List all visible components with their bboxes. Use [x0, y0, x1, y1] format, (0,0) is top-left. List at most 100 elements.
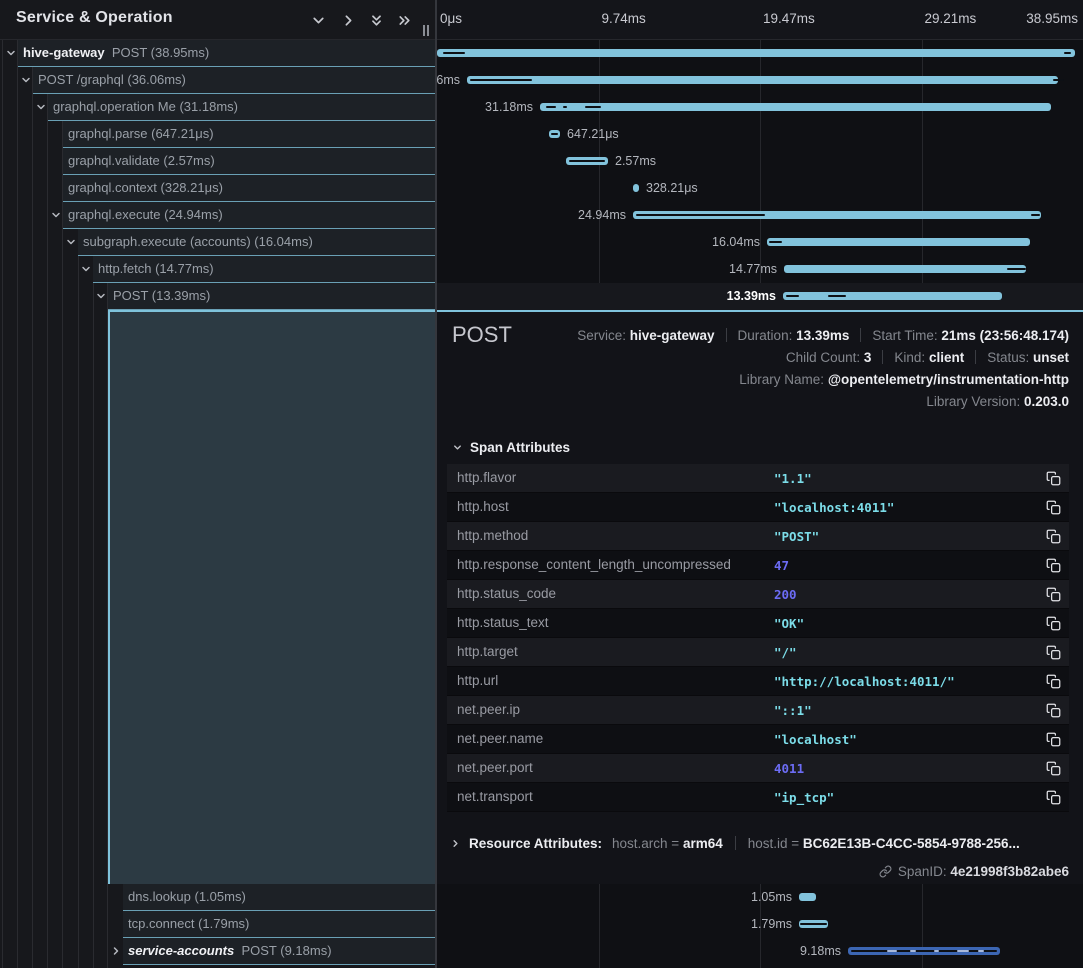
span-bar[interactable] [467, 76, 1058, 84]
span-row[interactable]: hive-gateway POST (38.95ms) [0, 40, 435, 67]
resource-attributes-toggle[interactable]: Resource Attributes:host.arch = arm64hos… [450, 836, 1020, 851]
timeline-row: 1.79ms [437, 911, 1083, 938]
copy-icon[interactable] [1046, 529, 1061, 544]
child-span-marker [563, 106, 567, 108]
span-attributes-table: http.flavor"1.1"http.host"localhost:4011… [447, 464, 1069, 812]
span-row[interactable]: graphql.validate (2.57ms) [0, 148, 435, 175]
divider [975, 350, 976, 364]
attribute-row: http.status_text"OK" [447, 609, 1069, 638]
span-tree-pane: Service & Operation hive-gateway POST (3… [0, 0, 435, 968]
timeline-pane: 0μs9.74ms19.47ms29.21ms38.95ms 38.95ms36… [437, 0, 1083, 968]
attribute-row: http.method"POST" [447, 522, 1069, 551]
copy-icon[interactable] [1046, 761, 1061, 776]
copy-icon[interactable] [1046, 471, 1061, 486]
pane-title: Service & Operation [16, 9, 173, 27]
child-span-marker [1007, 268, 1026, 270]
operation-name: POST (9.18ms) [241, 943, 331, 958]
collapse-all-icon[interactable] [368, 12, 385, 29]
pane-divider[interactable] [435, 0, 437, 968]
span-bar[interactable] [767, 238, 1030, 246]
span-bar[interactable] [799, 893, 816, 901]
collapse-one-icon[interactable] [310, 12, 327, 29]
copy-icon[interactable] [1046, 558, 1061, 573]
span-row[interactable]: graphql.operation Me (31.18ms) [0, 94, 435, 121]
child-span-marker [1064, 52, 1071, 54]
chevron-down-icon[interactable] [20, 74, 32, 86]
span-attributes-title: Span Attributes [470, 440, 570, 455]
child-span-marker [470, 79, 532, 81]
trace-viewer: Service & Operation hive-gateway POST (3… [0, 0, 1083, 968]
span-bar[interactable] [540, 103, 1051, 111]
child-span-marker [569, 160, 605, 162]
child-span-marker [636, 214, 765, 216]
copy-icon[interactable] [1046, 674, 1061, 689]
span-row[interactable]: subgraph.execute (accounts) (16.04ms) [0, 229, 435, 256]
link-icon[interactable] [879, 865, 892, 878]
copy-icon[interactable] [1046, 732, 1061, 747]
attribute-value: "POST" [774, 529, 819, 544]
child-span-marker [551, 133, 558, 135]
attribute-row: net.peer.ip"::1" [447, 696, 1069, 725]
span-row[interactable]: graphql.context (328.21μs) [0, 175, 435, 202]
span-row[interactable]: tcp.connect (1.79ms) [0, 911, 435, 938]
span-row-label: POST /graphql (36.06ms) [38, 72, 186, 87]
operation-name: POST (13.39ms) [113, 288, 210, 303]
service-name: service-accounts [128, 943, 234, 958]
attribute-row: http.response_content_length_uncompresse… [447, 551, 1069, 580]
chevron-down-icon[interactable] [80, 263, 92, 275]
expand-one-icon[interactable] [340, 12, 357, 29]
divider [735, 836, 736, 850]
span-row[interactable]: http.fetch (14.77ms) [0, 256, 435, 283]
span-row-label: POST (13.39ms) [113, 288, 210, 303]
span-row[interactable]: POST (13.39ms) [0, 283, 435, 310]
span-attributes-toggle[interactable]: Span Attributes [452, 440, 570, 455]
duration-label: 36.06ms [437, 73, 460, 87]
span-bar[interactable] [633, 184, 639, 192]
chevron-down-icon [452, 442, 463, 453]
child-span-marker [443, 52, 465, 54]
span-row[interactable]: graphql.execute (24.94ms) [0, 202, 435, 229]
chevron-down-icon[interactable] [35, 101, 47, 113]
copy-icon[interactable] [1046, 790, 1061, 805]
attribute-row: http.url"http://localhost:4011/" [447, 667, 1069, 696]
ruler-tick-label: 38.95ms [1026, 11, 1078, 26]
pane-resize-grip[interactable] [422, 25, 432, 37]
span-row[interactable]: dns.lookup (1.05ms) [0, 884, 435, 911]
chevron-down-icon[interactable] [5, 47, 17, 59]
attribute-row: http.status_code200 [447, 580, 1069, 609]
copy-icon[interactable] [1046, 500, 1061, 515]
span-bar[interactable] [437, 49, 1075, 57]
duration-label: 24.94ms [578, 208, 626, 222]
timeline-row: 16.04ms [437, 229, 1083, 256]
span-id-row: SpanID: 4e21998f3b82abe6 [879, 864, 1069, 879]
divider [882, 350, 883, 364]
chevron-down-icon[interactable] [50, 209, 62, 221]
chevron-down-icon[interactable] [95, 290, 107, 302]
copy-icon[interactable] [1046, 645, 1061, 660]
divider [726, 328, 727, 342]
child-span-marker-light [887, 950, 897, 952]
span-bar[interactable] [783, 292, 1002, 300]
span-row[interactable]: graphql.parse (647.21μs) [0, 121, 435, 148]
copy-icon[interactable] [1046, 703, 1061, 718]
span-detail-meta: Service: hive-gatewayDuration: 13.39msSt… [577, 325, 1069, 413]
span-row-label: graphql.validate (2.57ms) [68, 153, 215, 168]
attribute-key: http.target [457, 644, 518, 659]
attribute-key: http.host [457, 499, 509, 514]
operation-name: graphql.operation Me (31.18ms) [53, 99, 238, 114]
service-name: hive-gateway [23, 45, 105, 60]
operation-name: graphql.validate (2.57ms) [68, 153, 215, 168]
ruler-tick-label: 19.47ms [763, 11, 815, 26]
span-row[interactable]: POST /graphql (36.06ms) [0, 67, 435, 94]
operation-name: graphql.context (328.21μs) [68, 180, 223, 195]
expand-all-icon[interactable] [396, 12, 413, 29]
chevron-right-icon[interactable] [110, 945, 122, 957]
child-span-marker [769, 241, 782, 243]
span-bar[interactable] [784, 265, 1026, 273]
operation-name: http.fetch (14.77ms) [98, 261, 214, 276]
copy-icon[interactable] [1046, 616, 1061, 631]
span-row-label: graphql.parse (647.21μs) [68, 126, 214, 141]
span-row[interactable]: service-accounts POST (9.18ms) [0, 938, 435, 965]
chevron-down-icon[interactable] [65, 236, 77, 248]
copy-icon[interactable] [1046, 587, 1061, 602]
